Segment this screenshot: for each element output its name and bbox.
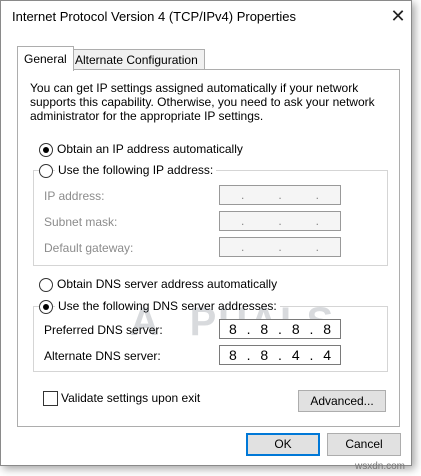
use-following-ip-label: Use the following IP address: xyxy=(55,163,217,177)
validate-label: Validate settings upon exit xyxy=(61,391,201,405)
preferred-dns-label: Preferred DNS server: xyxy=(44,323,163,337)
tab-alternate-configuration[interactable]: Alternate Configuration xyxy=(68,49,205,70)
close-icon[interactable]: ✕ xyxy=(386,4,410,28)
alternate-dns-input[interactable]: 8.8.4.4 xyxy=(219,345,341,365)
window-title: Internet Protocol Version 4 (TCP/IPv4) P… xyxy=(12,9,296,24)
ip-address-input[interactable]: ... xyxy=(219,185,341,205)
obtain-ip-auto-label: Obtain an IP address automatically xyxy=(57,142,243,156)
alternate-dns-label: Alternate DNS server: xyxy=(44,349,161,363)
preferred-dns-input[interactable]: 8.8.8.8 xyxy=(219,319,341,339)
validate-checkbox[interactable] xyxy=(43,391,58,406)
use-following-ip-radio[interactable] xyxy=(39,164,53,178)
site-watermark: wsxdn.com xyxy=(355,461,406,472)
obtain-dns-auto-label: Obtain DNS server address automatically xyxy=(57,277,278,291)
tab-general[interactable]: General xyxy=(17,46,74,71)
obtain-ip-auto-radio[interactable] xyxy=(39,143,53,157)
ip-address-label: IP address: xyxy=(44,189,105,203)
ok-button[interactable]: OK xyxy=(246,433,320,456)
subnet-mask-input[interactable]: ... xyxy=(219,211,341,231)
cancel-button[interactable]: Cancel xyxy=(327,433,401,456)
subnet-mask-label: Subnet mask: xyxy=(44,215,118,229)
use-following-dns-radio[interactable] xyxy=(39,300,53,314)
default-gateway-input[interactable]: ... xyxy=(219,237,341,257)
obtain-dns-auto-radio[interactable] xyxy=(39,278,53,292)
description-text: You can get IP settings assigned automat… xyxy=(30,81,375,123)
advanced-button[interactable]: Advanced... xyxy=(298,390,386,412)
default-gateway-label: Default gateway: xyxy=(44,241,134,255)
